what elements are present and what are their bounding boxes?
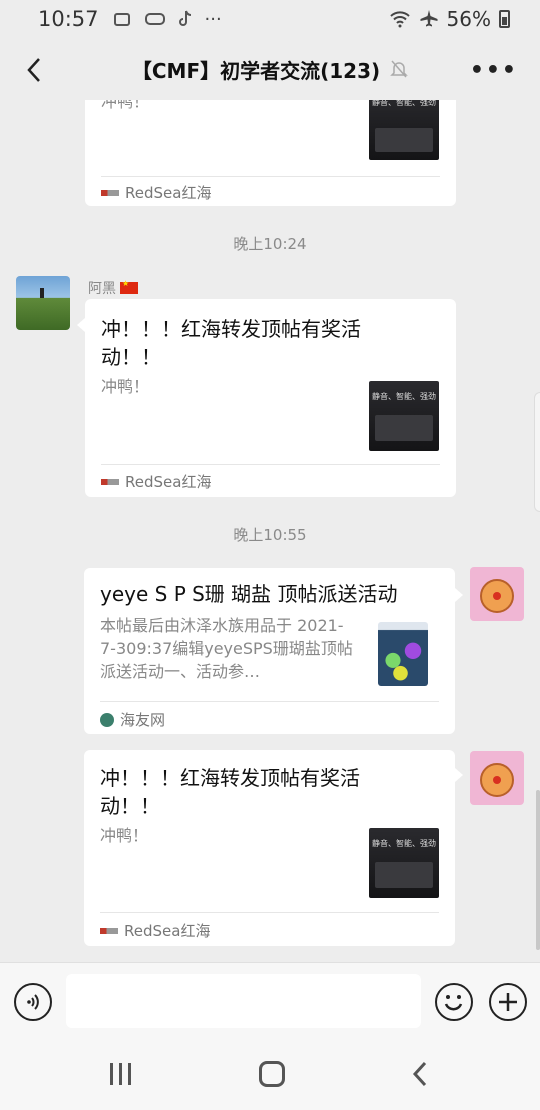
back-button[interactable] — [14, 50, 54, 90]
battery-percent: 56% — [446, 7, 491, 31]
recents-bar — [110, 1063, 113, 1085]
link-card-source-name: 海友网 — [120, 711, 166, 729]
thumb-caption: 静音、智能、强劲 — [372, 100, 436, 107]
tiktok-icon — [178, 10, 191, 26]
input-bar — [0, 962, 540, 1040]
thumb-caption: 静音、智能、强劲 — [372, 839, 436, 848]
recents-button[interactable] — [110, 1063, 131, 1085]
home-button[interactable] — [259, 1061, 285, 1087]
link-card[interactable]: 冲鸭！ 静音、智能、强劲 RedSea红海 — [85, 100, 456, 206]
nav-back-icon — [412, 1061, 427, 1087]
message-timestamp: 晚上10:55 — [233, 526, 307, 544]
bubble-tail — [455, 588, 463, 602]
voice-icon — [27, 994, 39, 1010]
link-card-thumbnail — [374, 618, 432, 688]
my-avatar[interactable] — [470, 567, 524, 621]
status-icons: ··· — [113, 9, 222, 30]
recents-bar — [128, 1063, 131, 1085]
recents-bar — [119, 1063, 122, 1085]
china-flag-icon — [120, 279, 138, 294]
status-bar: 10:57 ··· 56% — [0, 0, 540, 38]
avatar-nose — [493, 776, 501, 784]
link-card-divider — [100, 912, 439, 913]
link-card-title: yeye S P S珊 瑚盐 顶帖派送活动 — [100, 582, 398, 606]
link-card-desc: 冲鸭！ — [101, 377, 150, 396]
my-avatar[interactable] — [470, 751, 524, 805]
emoji-button[interactable] — [435, 983, 473, 1021]
edge-panel-handle[interactable] — [534, 392, 540, 512]
link-card[interactable]: yeye S P S珊 瑚盐 顶帖派送活动 本帖最后由沐泽水族用品于 2021-… — [84, 568, 455, 734]
link-card-divider — [101, 464, 440, 465]
link-card-thumbnail: 静音、智能、强劲 — [369, 828, 439, 898]
thumb-bucket — [378, 622, 428, 686]
link-card-desc: 冲鸭！ — [101, 100, 150, 111]
sender-name-text: 阿黑 — [88, 281, 116, 297]
link-card-source-name: RedSea红海 — [124, 922, 211, 940]
more-options-button[interactable]: ••• — [470, 58, 518, 83]
chat-title: 【CMF】初学者交流(123) — [132, 55, 408, 84]
cloud-icon — [113, 13, 130, 26]
message-list[interactable]: 冲鸭！ 静音、智能、强劲 RedSea红海 晚上10:24 阿黑 冲！！！红海转… — [0, 100, 540, 962]
mute-bell-icon — [390, 60, 408, 78]
avatar-figure — [40, 288, 44, 298]
chat-header: 【CMF】初学者交流(123) ••• — [0, 38, 540, 100]
nav-back-button[interactable] — [412, 1060, 428, 1092]
link-card-source: 海友网 — [100, 709, 165, 730]
more-notifications-icon: ··· — [204, 8, 222, 30]
link-card-source-name: RedSea红海 — [125, 473, 212, 491]
sender-name: 阿黑 — [88, 278, 138, 298]
link-card-source-name: RedSea红海 — [125, 184, 212, 202]
system-nav-bar — [0, 1040, 540, 1110]
haiyou-logo-icon — [100, 712, 114, 727]
redsea-logo-icon — [100, 926, 118, 936]
bubble-tail — [455, 768, 463, 782]
plus-icon — [499, 993, 517, 1011]
link-card-divider — [101, 176, 440, 177]
status-time: 10:57 — [38, 7, 99, 31]
avatar-nose — [493, 592, 501, 600]
link-card[interactable]: 冲！！！红海转发顶帖有奖活动！！ 冲鸭！ 静音、智能、强劲 RedSea红海 — [84, 750, 455, 946]
link-card-source: RedSea红海 — [100, 920, 210, 941]
more-functions-button[interactable] — [489, 983, 527, 1021]
airplane-icon — [420, 10, 438, 27]
voice-input-button[interactable] — [14, 983, 52, 1021]
link-card-divider — [100, 701, 439, 702]
link-card-source: RedSea红海 — [101, 182, 211, 203]
link-card[interactable]: 冲！！！红海转发顶帖有奖活动！！ 冲鸭！ 静音、智能、强劲 RedSea红海 — [85, 299, 456, 497]
bubble-tail — [77, 318, 85, 332]
thumb-caption: 静音、智能、强劲 — [372, 392, 436, 401]
status-right: 56% — [389, 7, 510, 31]
scrollbar[interactable] — [536, 790, 540, 950]
chat-title-text: 【CMF】初学者交流(123) — [131, 58, 381, 83]
sender-avatar[interactable] — [16, 276, 70, 330]
link-card-thumbnail: 静音、智能、强劲 — [369, 381, 439, 451]
message-timestamp: 晚上10:24 — [233, 235, 307, 253]
link-card-title: 冲！！！红海转发顶帖有奖活动！！ — [100, 766, 360, 818]
redsea-logo-icon — [101, 477, 119, 487]
thumb-device — [375, 415, 433, 441]
link-card-source: RedSea红海 — [101, 471, 211, 492]
smiley-icon — [444, 995, 463, 1011]
thumb-device — [375, 862, 433, 888]
link-card-desc: 冲鸭！ — [100, 826, 149, 845]
redsea-logo-icon — [101, 188, 119, 198]
message-input[interactable] — [66, 974, 421, 1028]
link-card-desc: 本帖最后由沐泽水族用品于 2021-7-309:37编辑yeyeSPS珊瑚盐顶帖… — [100, 616, 353, 681]
chevron-left-icon — [27, 58, 40, 82]
wifi-icon — [389, 11, 410, 28]
battery-icon — [499, 10, 510, 28]
game-icon — [144, 13, 165, 25]
thumb-device — [375, 128, 433, 152]
link-card-thumbnail: 静音、智能、强劲 — [369, 100, 439, 160]
link-card-title: 冲！！！红海转发顶帖有奖活动！！ — [101, 317, 361, 369]
